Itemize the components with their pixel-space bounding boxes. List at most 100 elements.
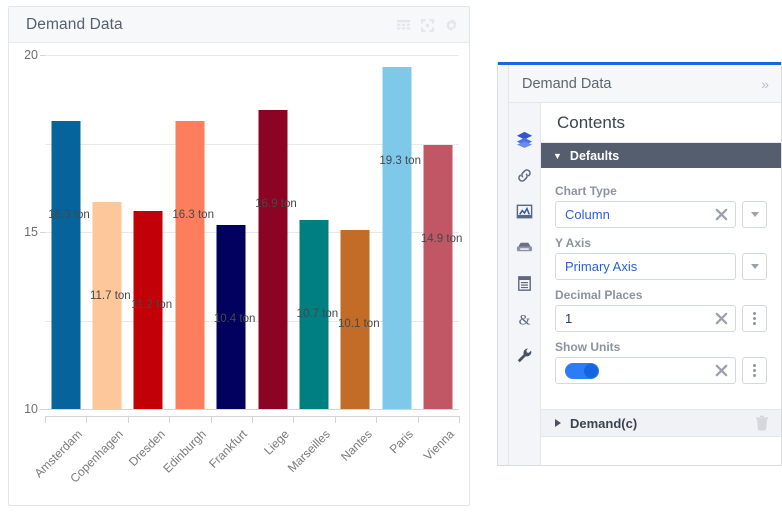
field-label: Show Units: [555, 340, 621, 354]
panel-content: Contents ▼ Defaults Chart Type Column Y Ax…: [541, 103, 781, 465]
bar-slot: 11.7 ton: [86, 55, 131, 409]
field-row: 1: [555, 305, 767, 332]
kebab-icon: [753, 312, 756, 325]
field-label: Y Axis: [555, 236, 592, 250]
defaults-fields: Chart Type Column Y Axis Primary Axis Decima…: [541, 168, 781, 384]
y-axis-tick: [40, 409, 45, 410]
field-value: Column: [565, 207, 610, 222]
clear-icon[interactable]: [714, 363, 729, 378]
chevron-down-icon: [750, 212, 759, 217]
layers-icon[interactable]: [515, 130, 534, 149]
bar-data-label: 16.3 ton: [48, 208, 90, 221]
field-value: 1: [565, 311, 573, 326]
field-input[interactable]: 1: [555, 305, 736, 332]
plot: 05101520 16.3 ton11.7 ton11.2 ton16.3 to…: [24, 48, 462, 416]
chart-card-header: Demand Data: [9, 7, 469, 43]
screen: Demand Data 10 15 20 16.3 ton 11.7 ton 1…: [0, 0, 782, 521]
bar-data-label: 16.3 ton: [172, 208, 214, 221]
trash-icon[interactable]: [755, 415, 769, 431]
clear-icon[interactable]: [714, 311, 729, 326]
bar-slot: 16.9 ton: [252, 55, 297, 409]
x-axis-tick: [376, 416, 378, 423]
bar-data-label: 10.4 ton: [213, 312, 256, 325]
bar-series: 16.3 ton 11.7 ton 11.2 ton 16.3 ton 10.4 ton…: [45, 55, 462, 409]
y-axis-tick-label: 20: [24, 48, 38, 62]
bar-data-label: 11.7 ton: [89, 289, 131, 302]
panel-collapse-button[interactable]: »: [761, 76, 769, 92]
gear-icon[interactable]: [444, 18, 459, 33]
field-value: Primary Axis: [565, 259, 638, 274]
printer-icon[interactable]: [515, 238, 534, 257]
chevron-down-icon: [750, 264, 759, 269]
bar-data-label: 10.1 ton: [338, 318, 380, 331]
y-axis-tick-label: 10: [24, 402, 38, 416]
x-axis-tick: [252, 416, 253, 423]
x-axis-tick: [45, 416, 46, 423]
dropdown-toggle[interactable]: [742, 253, 767, 280]
wrench-icon[interactable]: [515, 346, 534, 365]
svg-text:&: &: [519, 312, 531, 329]
contents-title: Contents: [541, 103, 781, 143]
expand-icon[interactable]: [420, 18, 435, 33]
bar[interactable]: [92, 201, 122, 409]
chart-icon[interactable]: [515, 202, 534, 221]
bar-slot: 14.9 ton: [418, 55, 462, 409]
field-row: Primary Axis: [555, 253, 767, 280]
y-axis-tick-label: 15: [24, 225, 38, 239]
document-icon[interactable]: [515, 274, 534, 293]
bar-data-label: 16.9 ton: [255, 197, 297, 210]
panel-header: Demand Data »: [509, 65, 781, 103]
bar[interactable]: [382, 67, 412, 409]
ampersand-icon[interactable]: &: [515, 310, 534, 329]
x-axis-tick: [417, 416, 419, 423]
clear-icon[interactable]: [714, 207, 729, 222]
x-axis-tick: [459, 416, 460, 423]
chevron-right-icon: [555, 419, 561, 427]
bar-slot: 16.3 ton: [45, 55, 90, 409]
x-axis-tick: [334, 416, 336, 423]
field-row: Column: [555, 201, 767, 228]
bar-slot: 10.4 ton: [211, 55, 255, 409]
panel-left-sliver: [498, 65, 509, 465]
field-input[interactable]: Primary Axis: [555, 253, 736, 280]
bar-slot: 16.3 ton: [169, 55, 214, 409]
bar-slot: 19.3 ton: [376, 55, 421, 409]
more-options-button[interactable]: [742, 305, 767, 332]
chart-card: Demand Data 10 15 20 16.3 ton 11.7 ton 1…: [8, 6, 470, 506]
field-label: Chart Type: [555, 184, 617, 198]
more-options-button[interactable]: [742, 357, 767, 384]
panel-main: & Contents ▼ Defaults Chart Type Column Y …: [509, 103, 781, 465]
bar-slot: 10.7 ton: [293, 55, 338, 409]
bar-data-label: 19.3 ton: [379, 155, 421, 168]
dropdown-toggle[interactable]: [742, 201, 767, 228]
panel-icon-rail: &: [509, 103, 541, 465]
bar-data-label: 10.7 ton: [296, 307, 339, 320]
demand-series-row[interactable]: Demand(c): [541, 409, 781, 437]
table-view-icon[interactable]: [396, 18, 411, 33]
bar-slot: 10.1 ton: [335, 55, 380, 409]
chevron-down-icon: ▼: [553, 150, 562, 161]
x-axis-tick: [210, 416, 212, 423]
x-axis-tick: [127, 416, 129, 423]
demand-series-label: Demand(c): [570, 415, 638, 431]
bar-slot: 11.2 ton: [128, 55, 173, 409]
defaults-section-label: Defaults: [569, 148, 620, 163]
field-row: [555, 357, 767, 384]
bar-data-label: 11.2 ton: [131, 298, 173, 311]
bar[interactable]: [423, 145, 453, 409]
kebab-icon: [753, 364, 756, 377]
chart-card-toolbar: [396, 7, 459, 43]
bar[interactable]: [175, 120, 205, 409]
gridline: 0: [45, 409, 459, 410]
panel-title: Demand Data: [522, 75, 612, 92]
properties-panel: Demand Data » & Contents ▼ Defaults Char…: [497, 62, 782, 466]
defaults-section-header[interactable]: ▼ Defaults: [541, 143, 781, 168]
field-label: Decimal Places: [555, 288, 643, 302]
x-axis-tick: [169, 416, 171, 423]
bar[interactable]: [51, 120, 81, 409]
bar[interactable]: [258, 109, 288, 409]
field-input[interactable]: Column: [555, 201, 736, 228]
field-input[interactable]: [555, 357, 736, 384]
link-icon[interactable]: [515, 166, 534, 185]
show-units-toggle[interactable]: [565, 362, 599, 379]
